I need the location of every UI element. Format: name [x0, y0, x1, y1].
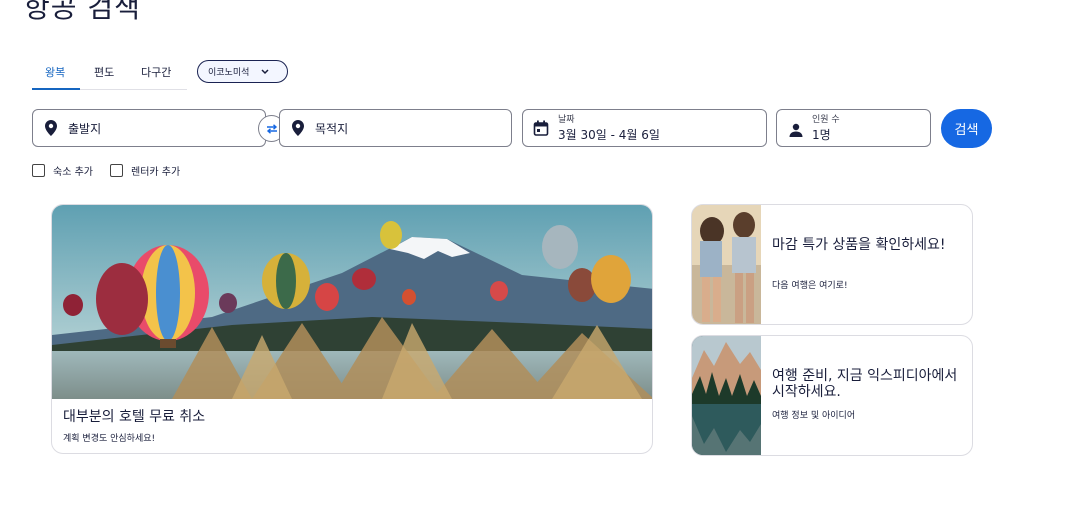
- origin-placeholder: 출발지: [68, 122, 102, 136]
- add-stay-checkbox[interactable]: [32, 164, 45, 177]
- promo-image-friends: [692, 205, 761, 324]
- origin-field[interactable]: 출발지: [32, 109, 266, 147]
- travelers-label: 인원 수: [812, 115, 840, 125]
- add-car-label: 렌터카 추가: [131, 167, 181, 178]
- destination-field[interactable]: 목적지: [279, 109, 512, 147]
- person-icon: [789, 122, 803, 141]
- promo-main-subtitle: 계획 변경도 안심하세요!: [63, 434, 156, 444]
- dates-field[interactable]: 날짜 3월 30일 - 4월 6일: [522, 109, 767, 147]
- destination-placeholder: 목적지: [315, 122, 349, 136]
- cabin-class-dropdown[interactable]: 이코노미석: [197, 60, 288, 83]
- tab-oneway[interactable]: 편도: [94, 64, 114, 80]
- cabin-class-label: 이코노미석: [208, 68, 250, 78]
- promo-side2-title: 여행 준비, 지금 익스피디아에서 시작하세요.: [772, 368, 958, 400]
- tab-multicity[interactable]: 다구간: [141, 64, 171, 80]
- location-pin-icon: [45, 120, 57, 140]
- dates-value: 3월 30일 - 4월 6일: [558, 128, 660, 142]
- promo-image-balloons: [52, 205, 652, 399]
- page-title: 항공 검색: [24, 0, 141, 24]
- calendar-icon: [533, 120, 549, 140]
- promo-main-title: 대부분의 호텔 무료 취소: [63, 409, 206, 425]
- tab-roundtrip[interactable]: 왕복: [45, 64, 65, 80]
- travelers-value: 1명: [812, 128, 831, 142]
- tab-active-indicator: [32, 88, 80, 90]
- promo-image-mountain-lake: [692, 336, 761, 455]
- add-car-checkbox[interactable]: [110, 164, 123, 177]
- dates-label: 날짜: [558, 115, 575, 125]
- promo-side1-subtitle: 다음 여행은 여기로!: [772, 281, 848, 291]
- chevron-down-icon: [261, 68, 269, 75]
- search-button[interactable]: 검색: [941, 109, 992, 148]
- promo-card-free-cancellation[interactable]: 대부분의 호텔 무료 취소 계획 변경도 안심하세요!: [51, 204, 653, 454]
- travelers-field[interactable]: 인원 수 1명: [776, 109, 931, 147]
- add-stay-label: 숙소 추가: [53, 167, 93, 178]
- location-pin-icon: [292, 120, 304, 140]
- promo-side2-subtitle: 여행 정보 및 아이디어: [772, 411, 856, 421]
- promo-card-last-minute-deals[interactable]: 마감 특가 상품을 확인하세요! 다음 여행은 여기로!: [691, 204, 973, 325]
- promo-side1-title: 마감 특가 상품을 확인하세요!: [772, 237, 946, 253]
- swap-arrows-icon: [266, 123, 278, 134]
- promo-card-travel-ideas[interactable]: 여행 준비, 지금 익스피디아에서 시작하세요. 여행 정보 및 아이디어: [691, 335, 973, 456]
